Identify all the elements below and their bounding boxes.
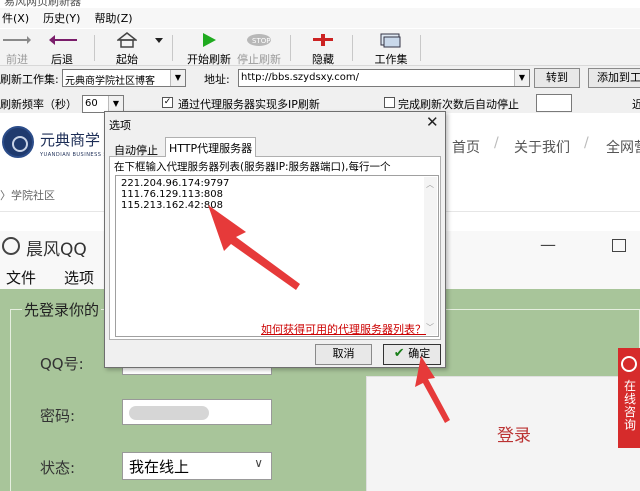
dialog-title: 选项 bbox=[109, 119, 131, 132]
scroll-down-icon[interactable]: ﹀ bbox=[426, 322, 434, 333]
cancel-button[interactable]: 取消 bbox=[315, 344, 372, 365]
forward-button[interactable]: 前进 bbox=[0, 31, 34, 67]
frequency-row: 刷新频率（秒） 60 ▼ ✓ 通过代理服务器实现多IP刷新 完成刷新次数后自动停… bbox=[0, 91, 640, 113]
proxy-checkbox-label: 通过代理服务器实现多IP刷新 bbox=[178, 98, 320, 111]
breadcrumb[interactable]: 〉学院社区 bbox=[0, 187, 55, 203]
app-title-bar: 易风网页刷新器 bbox=[0, 0, 640, 8]
nav-home[interactable]: 首页 bbox=[452, 137, 480, 157]
nav-marketing[interactable]: 全网营 bbox=[606, 137, 640, 157]
tab-http-proxy[interactable]: HTTP代理服务器 bbox=[165, 137, 257, 157]
home-button[interactable]: 起始 bbox=[110, 31, 144, 67]
auto-stop-label: 完成刷新次数后自动停止 bbox=[398, 98, 519, 111]
site-brand-english: YUANDIAN BUSINESS SC bbox=[40, 152, 112, 158]
school-logo-icon bbox=[2, 126, 34, 158]
ok-button[interactable]: ✔ 确定 bbox=[383, 344, 441, 365]
proxy-checkbox[interactable]: ✓ bbox=[162, 97, 173, 108]
close-icon[interactable]: ✕ bbox=[426, 113, 439, 131]
play-icon bbox=[186, 31, 232, 49]
qq-menu-options[interactable]: 选项 bbox=[64, 267, 94, 288]
forward-arrow-icon bbox=[0, 31, 34, 49]
qq-app-icon bbox=[2, 237, 20, 255]
home-icon bbox=[110, 31, 144, 49]
nav-about[interactable]: 关于我们 bbox=[514, 137, 570, 157]
auto-stop-checkbox[interactable] bbox=[384, 97, 395, 108]
start-refresh-button[interactable]: 开始刷新 bbox=[186, 31, 232, 67]
online-consult-widget[interactable]: 在线咨询 bbox=[618, 348, 640, 448]
check-icon: ✔ bbox=[393, 346, 405, 361]
options-dialog: 选项 ✕ 自动停止 HTTP代理服务器 在下框输入代理服务器列表(服务器IP:服… bbox=[104, 111, 446, 368]
screenshot-root: 易风网页刷新器 件(X) 历史(Y) 帮助(Z) 前进 后退 起始 开始刷新 S… bbox=[0, 0, 640, 491]
qq-menu-file[interactable]: 文件 bbox=[6, 267, 36, 288]
password-label: 密码: bbox=[40, 407, 76, 425]
goto-button[interactable]: 转到 bbox=[534, 68, 580, 88]
menu-item-history[interactable]: 历史(Y) bbox=[43, 10, 80, 26]
nav-separator: / bbox=[584, 135, 589, 151]
scroll-up-icon[interactable]: ︿ bbox=[426, 179, 434, 190]
blurred-password bbox=[129, 406, 209, 420]
hide-icon bbox=[308, 31, 338, 49]
password-input[interactable] bbox=[122, 399, 272, 425]
login-button[interactable]: 登录 bbox=[366, 376, 640, 491]
proxy-tab-pane: 在下框输入代理服务器列表(服务器IP:服务器端口),每行一个 221.204.9… bbox=[109, 156, 441, 340]
menu-item-file[interactable]: 件(X) bbox=[2, 10, 29, 26]
site-brand: 元典商学 bbox=[40, 131, 101, 149]
online-consult-text: 在线咨询 bbox=[624, 379, 637, 432]
menu-item-help[interactable]: 帮助(Z) bbox=[94, 10, 132, 26]
proxy-line: 115.213.162.42:808 bbox=[121, 200, 223, 211]
proxy-line: 221.204.96.174:9797 bbox=[121, 178, 230, 189]
proxy-help-link[interactable]: 如何获得可用的代理服务器列表？ bbox=[261, 321, 426, 337]
scrollbar[interactable]: ︿ ﹀ bbox=[424, 177, 437, 335]
proxy-list-textarea[interactable]: 221.204.96.174:9797 111.76.129.113:808 1… bbox=[115, 175, 439, 337]
stop-icon: STOP bbox=[236, 31, 282, 49]
address-input[interactable]: http://bbs.szydsxy.com/ ▼ bbox=[238, 69, 530, 87]
menu-bar: 件(X) 历史(Y) 帮助(Z) bbox=[0, 8, 640, 28]
chevron-down-icon: ▼ bbox=[170, 70, 185, 86]
caret-down-icon bbox=[152, 31, 166, 49]
workset-button[interactable]: 工作集 bbox=[372, 31, 410, 67]
status-label: 状态: bbox=[40, 459, 76, 477]
toolbar-separator bbox=[420, 35, 421, 61]
address-row: 刷新工作集: 元典商学院社区博客 ▼ 地址: http://bbs.szydsx… bbox=[0, 67, 640, 89]
chat-icon bbox=[621, 356, 637, 372]
proxy-line: 111.76.129.113:808 bbox=[121, 189, 223, 200]
maximize-icon[interactable] bbox=[612, 239, 626, 252]
proxy-hint: 在下框输入代理服务器列表(服务器IP:服务器端口),每行一个 bbox=[114, 161, 391, 173]
qq-number-label: QQ号: bbox=[40, 355, 84, 373]
qq-login-group-title: 先登录你的 bbox=[22, 299, 102, 320]
svg-text:STOP: STOP bbox=[252, 37, 270, 45]
chevron-down-icon: ▼ bbox=[514, 70, 529, 86]
workset-label: 刷新工作集: bbox=[0, 73, 59, 86]
back-arrow-icon bbox=[44, 31, 80, 49]
chevron-down-icon: ∨ bbox=[254, 456, 263, 470]
toolbar-separator bbox=[172, 35, 173, 61]
toolbar-separator bbox=[290, 35, 291, 61]
truncated-text: 近 bbox=[632, 98, 640, 111]
status-select[interactable]: 我在线上 ∨ bbox=[122, 452, 272, 480]
hide-button[interactable]: 隐藏 bbox=[308, 31, 338, 67]
auto-stop-count-input[interactable] bbox=[536, 94, 572, 112]
qq-window-title: 晨风QQ bbox=[26, 240, 87, 260]
tab-auto-stop[interactable]: 自动停止 bbox=[111, 140, 161, 157]
stop-refresh-button[interactable]: STOP 停止刷新 bbox=[236, 31, 282, 67]
workset-select[interactable]: 元典商学院社区博客 ▼ bbox=[62, 69, 186, 87]
toolbar: 前进 后退 起始 开始刷新 STOP 停止刷新 隐藏 工作集 bbox=[0, 28, 640, 66]
address-label: 地址: bbox=[204, 73, 230, 86]
toolbar-separator bbox=[94, 35, 95, 61]
chevron-down-icon: ▼ bbox=[108, 96, 123, 112]
freq-label: 刷新频率（秒） bbox=[0, 98, 77, 111]
nav-separator: / bbox=[494, 135, 499, 151]
toolbar-separator bbox=[352, 35, 353, 61]
workset-icon bbox=[372, 31, 410, 49]
add-to-workset-button[interactable]: 添加到工 bbox=[588, 68, 640, 88]
home-dropdown-button[interactable] bbox=[152, 31, 166, 49]
back-button[interactable]: 后退 bbox=[44, 31, 80, 67]
minimize-icon[interactable]: — bbox=[540, 235, 556, 254]
